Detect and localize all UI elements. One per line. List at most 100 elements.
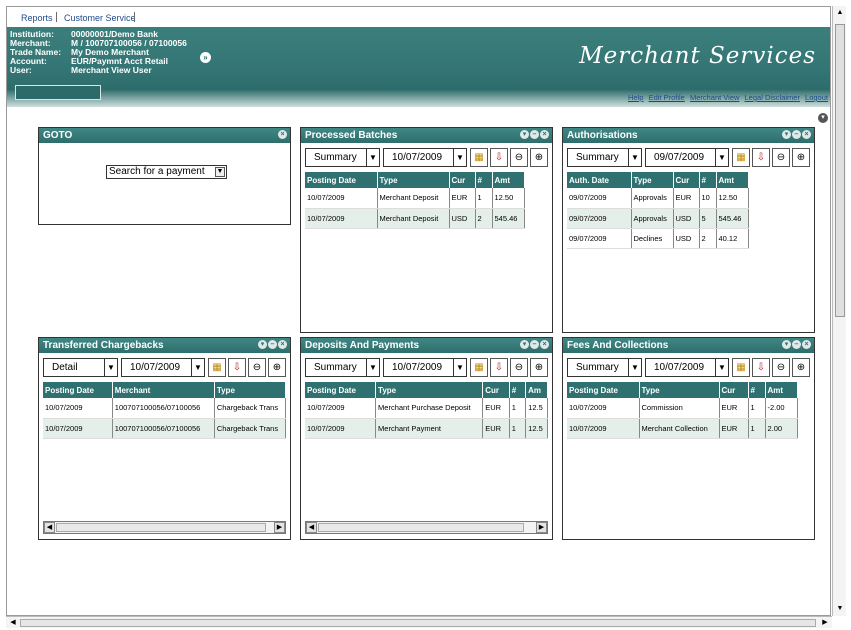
scroll-right-icon[interactable]: ▶ (536, 522, 547, 533)
date-select[interactable]: 10/07/2009 ▼ (383, 147, 467, 167)
scroll-up-icon[interactable]: ▲ (835, 8, 845, 18)
export-icon[interactable]: ⇩ (752, 147, 770, 167)
table-row[interactable]: 10/07/2009 Merchant Deposit EUR 1 12.50 (305, 188, 525, 209)
table-row[interactable]: 09/07/2009 Declines USD 2 40.12 (567, 228, 749, 249)
column-header[interactable]: Cur (673, 172, 700, 188)
column-header[interactable]: Cur (449, 172, 476, 188)
export-icon[interactable]: ⇩ (228, 357, 246, 377)
zoom-in-icon[interactable]: ⊕ (530, 147, 548, 167)
scroll-thumb[interactable] (20, 619, 816, 627)
header-search-input[interactable] (15, 85, 101, 100)
close-icon[interactable]: × (540, 130, 549, 139)
column-header[interactable]: # (699, 172, 717, 188)
column-header[interactable]: # (475, 172, 493, 188)
date-select[interactable]: 10/07/2009 ▼ (121, 357, 205, 377)
column-header[interactable]: Type (214, 382, 286, 398)
column-header[interactable]: Type (377, 172, 450, 188)
table-row[interactable]: 10/07/2009 100707100056/07100056 Chargeb… (43, 418, 286, 439)
date-select[interactable]: 09/07/2009 ▼ (645, 147, 729, 167)
column-header[interactable]: Type (631, 172, 674, 188)
zoom-in-icon[interactable]: ⊕ (268, 357, 286, 377)
table-row[interactable]: 10/07/2009 Commission EUR 1 -2.00 (567, 398, 798, 419)
column-header[interactable]: Posting Date (43, 382, 113, 398)
close-icon[interactable]: × (802, 130, 811, 139)
collapse-icon[interactable]: ▾ (782, 340, 791, 349)
expand-details-icon[interactable]: » (200, 52, 211, 63)
column-header[interactable]: Type (375, 382, 484, 398)
column-header[interactable]: Posting Date (305, 172, 378, 188)
zoom-in-icon[interactable]: ⊕ (530, 357, 548, 377)
column-header[interactable]: Posting Date (567, 382, 640, 398)
column-header[interactable]: Type (639, 382, 720, 398)
scroll-thumb[interactable] (56, 523, 266, 532)
zoom-in-icon[interactable]: ⊕ (792, 357, 810, 377)
horizontal-scrollbar[interactable]: ◀ ▶ (43, 521, 286, 534)
logout-link[interactable]: Logout (805, 93, 828, 102)
table-row[interactable]: 10/07/2009 Merchant Payment EUR 1 12.5 (305, 418, 548, 439)
nav-reports-link[interactable]: Reports (21, 13, 53, 23)
table-row[interactable]: 10/07/2009 Merchant Deposit USD 2 545.46 (305, 208, 525, 229)
calendar-icon[interactable]: ▦ (470, 147, 488, 167)
legal-disclaimer-link[interactable]: Legal Disclaimer (745, 93, 800, 102)
column-header[interactable]: Merchant (112, 382, 215, 398)
scroll-left-icon[interactable]: ◀ (8, 618, 18, 628)
column-header[interactable]: # (509, 382, 527, 398)
view-select[interactable]: Summary ▼ (305, 357, 380, 377)
page-vertical-scrollbar[interactable]: ▲ ▼ (832, 6, 846, 616)
help-link[interactable]: Help (628, 93, 643, 102)
scroll-left-icon[interactable]: ◀ (306, 522, 317, 533)
calendar-icon[interactable]: ▦ (732, 147, 750, 167)
table-row[interactable]: 10/07/2009 Merchant Purchase Deposit EUR… (305, 398, 548, 419)
view-select[interactable]: Summary ▼ (305, 147, 380, 167)
column-header[interactable]: Amt (492, 172, 525, 188)
zoom-in-icon[interactable]: ⊕ (792, 147, 810, 167)
zoom-out-icon[interactable]: ⊖ (248, 357, 266, 377)
minimize-icon[interactable]: – (792, 340, 801, 349)
column-header[interactable]: Auth. Date (567, 172, 632, 188)
close-icon[interactable]: × (540, 340, 549, 349)
minimize-icon[interactable]: – (792, 130, 801, 139)
scroll-right-icon[interactable]: ▶ (274, 522, 285, 533)
goto-select[interactable]: Search for a payment ▼ (106, 165, 227, 179)
date-select[interactable]: 10/07/2009 ▼ (645, 357, 729, 377)
page-horizontal-scrollbar[interactable]: ◀ ▶ (6, 616, 832, 628)
collapse-all-icon[interactable]: ▾ (818, 113, 828, 123)
nav-customer-service-link[interactable]: Customer Service (64, 13, 136, 23)
zoom-out-icon[interactable]: ⊖ (510, 357, 528, 377)
calendar-icon[interactable]: ▦ (732, 357, 750, 377)
close-icon[interactable]: × (278, 130, 287, 139)
table-row[interactable]: 09/07/2009 Approvals EUR 10 12.50 (567, 188, 749, 209)
collapse-icon[interactable]: ▾ (520, 340, 529, 349)
zoom-out-icon[interactable]: ⊖ (510, 147, 528, 167)
export-icon[interactable]: ⇩ (490, 357, 508, 377)
close-icon[interactable]: × (802, 340, 811, 349)
scroll-thumb[interactable] (318, 523, 524, 532)
export-icon[interactable]: ⇩ (490, 147, 508, 167)
zoom-out-icon[interactable]: ⊖ (772, 147, 790, 167)
column-header[interactable]: Posting Date (305, 382, 377, 398)
scroll-thumb[interactable] (835, 24, 845, 317)
date-select[interactable]: 10/07/2009 ▼ (383, 357, 467, 377)
export-icon[interactable]: ⇩ (752, 357, 770, 377)
view-select[interactable]: Summary ▼ (567, 147, 642, 167)
column-header[interactable]: Am (525, 382, 548, 398)
scroll-right-icon[interactable]: ▶ (820, 618, 830, 628)
table-row[interactable]: 10/07/2009 100707100056/07100056 Chargeb… (43, 398, 286, 419)
zoom-out-icon[interactable]: ⊖ (772, 357, 790, 377)
calendar-icon[interactable]: ▦ (208, 357, 226, 377)
merchant-view-link[interactable]: Merchant View (690, 93, 739, 102)
view-select[interactable]: Detail ▼ (43, 357, 118, 377)
column-header[interactable]: Amt (765, 382, 798, 398)
column-header[interactable]: Cur (719, 382, 749, 398)
minimize-icon[interactable]: – (530, 130, 539, 139)
view-select[interactable]: Summary ▼ (567, 357, 642, 377)
calendar-icon[interactable]: ▦ (470, 357, 488, 377)
collapse-icon[interactable]: ▾ (520, 130, 529, 139)
column-header[interactable]: Amt (716, 172, 749, 188)
close-icon[interactable]: × (278, 340, 287, 349)
scroll-down-icon[interactable]: ▼ (835, 604, 845, 614)
scroll-left-icon[interactable]: ◀ (44, 522, 55, 533)
column-header[interactable]: Cur (482, 382, 510, 398)
collapse-icon[interactable]: ▾ (782, 130, 791, 139)
horizontal-scrollbar[interactable]: ◀ ▶ (305, 521, 548, 534)
